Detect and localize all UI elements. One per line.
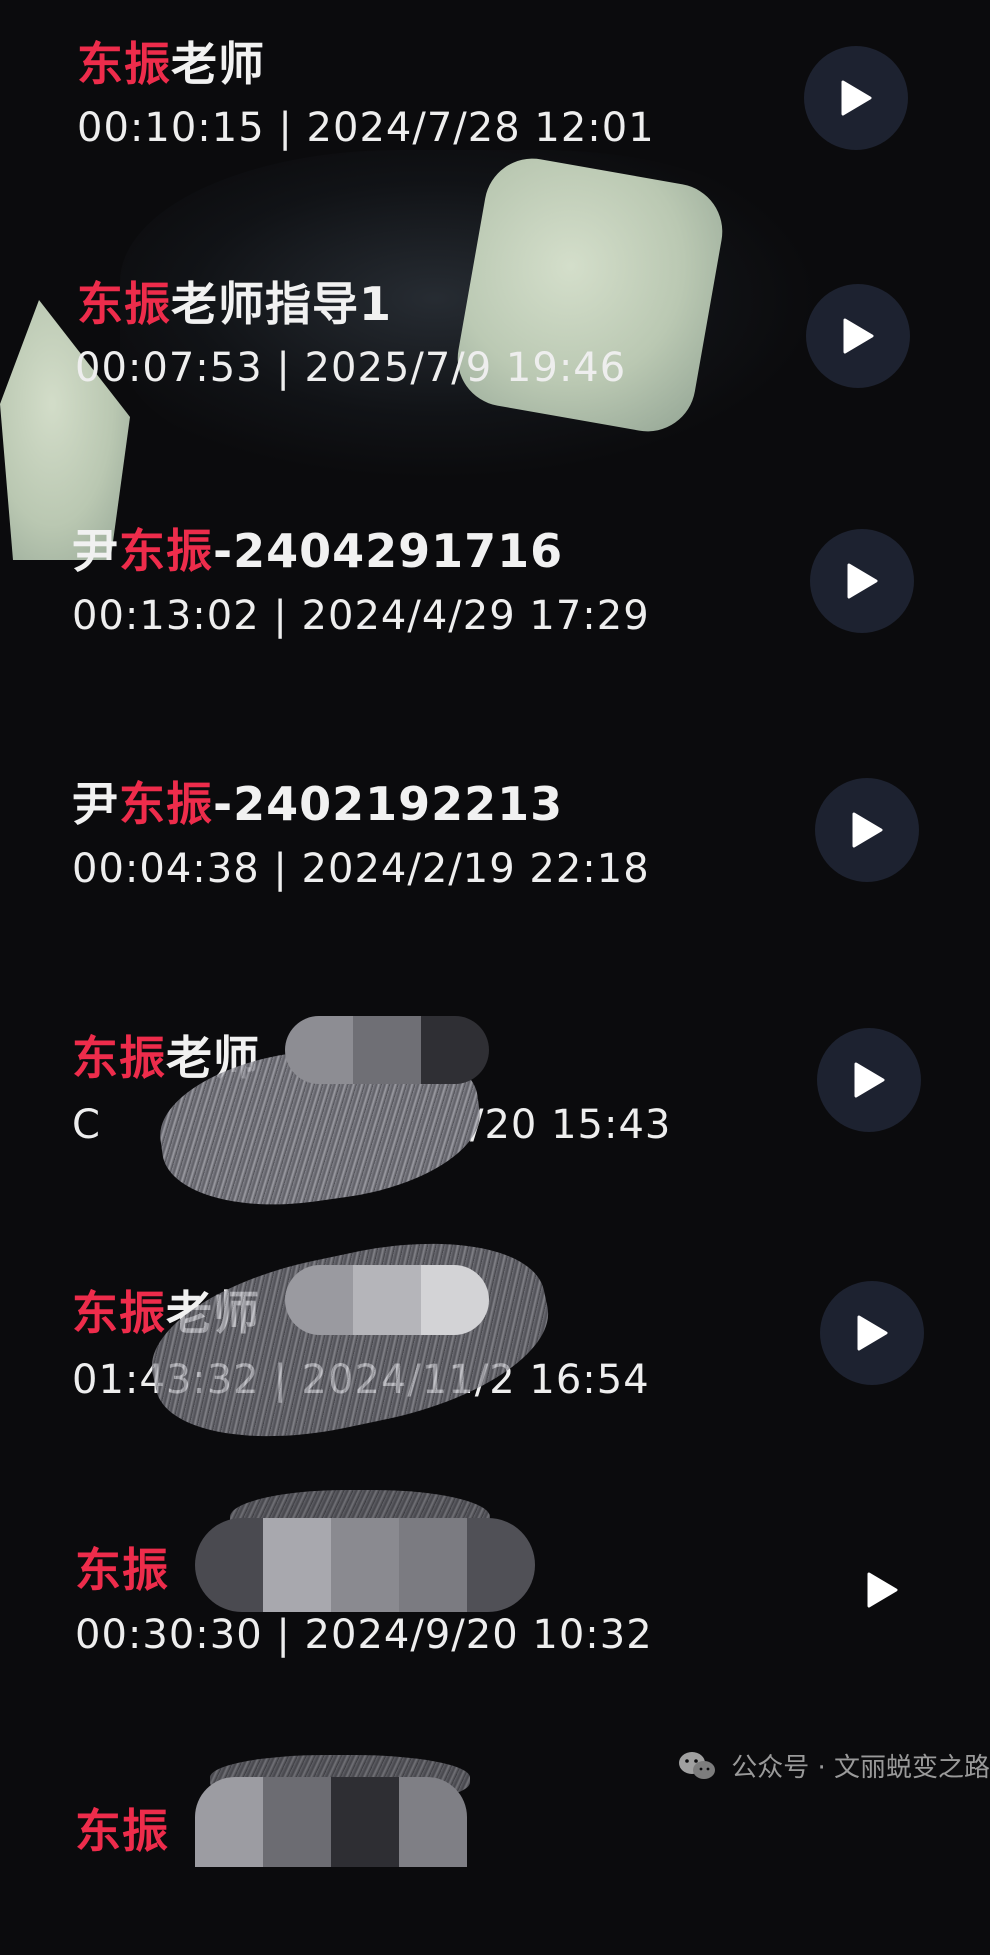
recording-title: 东振老师指导1 [77, 268, 392, 334]
redaction-mosaic [195, 1518, 535, 1612]
recording-meta: 00:10:15 | 2024/7/28 12:01 [77, 105, 655, 151]
recording-item[interactable]: 尹东振-2404291716 00:13:02 | 2024/4/29 17:2… [0, 485, 990, 685]
title-highlight: 东振 [72, 1031, 166, 1085]
title-highlight: 东振 [75, 1543, 169, 1597]
title-suffix: -2404291716 [213, 524, 564, 578]
recording-item[interactable]: 东振老师指导1 00:07:53 | 2025/7/9 19:46 [0, 240, 990, 440]
recording-item[interactable]: 尹东振-2402192213 00:04:38 | 2024/2/19 22:1… [0, 738, 990, 938]
recording-meta: 00:07:53 | 2025/7/9 19:46 [75, 345, 627, 391]
recording-item[interactable]: 东振老师 C /20 15:43 [0, 990, 990, 1222]
recording-item[interactable]: 东振 00:30:30 | 2024/9/20 10:32 [0, 1490, 990, 1700]
recording-meta: 00:04:38 | 2024/2/19 22:18 [72, 846, 650, 892]
play-button[interactable] [830, 1538, 934, 1642]
redaction-mosaic [285, 1016, 489, 1084]
watermark-text: 公众号 · 文丽蜕变之路 [731, 1753, 990, 1783]
watermark: 公众号 · 文丽蜕变之路 [677, 1747, 990, 1784]
recording-meta: /20 15:43 [470, 1102, 672, 1148]
title-highlight: 东振 [75, 1804, 169, 1858]
recording-meta: 00:13:02 | 2024/4/29 17:29 [72, 593, 650, 639]
recording-title: 尹东振-2404291716 [72, 515, 563, 581]
play-button[interactable] [820, 1281, 924, 1385]
play-button[interactable] [815, 778, 919, 882]
play-icon [854, 1062, 885, 1098]
play-button[interactable] [804, 46, 908, 150]
play-icon [841, 80, 872, 116]
recording-item[interactable]: 东振 [0, 1755, 990, 1955]
recording-item[interactable]: 东振老师 00:10:15 | 2024/7/28 12:01 [0, 0, 990, 200]
wechat-icon [679, 1751, 716, 1779]
play-icon [867, 1572, 898, 1608]
recording-meta-start: C [72, 1102, 101, 1148]
title-suffix: 老师指导1 [171, 277, 393, 331]
redaction-mosaic [195, 1777, 467, 1867]
title-highlight: 东振 [119, 524, 213, 578]
title-highlight: 东振 [77, 277, 171, 331]
title-highlight: 东振 [119, 777, 213, 831]
title-suffix: 老师 [171, 37, 265, 91]
play-icon [857, 1315, 888, 1351]
redaction-scribble [136, 1215, 564, 1465]
title-prefix: 尹 [72, 777, 119, 831]
recording-meta: 00:30:30 | 2024/9/20 10:32 [75, 1612, 653, 1658]
recording-title: 东振老师 [77, 28, 265, 94]
recording-title: 东振 [75, 1534, 169, 1600]
title-highlight: 东振 [77, 37, 171, 91]
recording-title: 东振 [75, 1795, 169, 1861]
play-icon [843, 318, 874, 354]
play-icon [847, 563, 878, 599]
play-button[interactable] [817, 1028, 921, 1132]
recording-item[interactable]: 东振老师 01:43:32 | 2024/11/2 16:54 [0, 1215, 990, 1465]
recording-title: 尹东振-2402192213 [72, 768, 563, 834]
play-button[interactable] [810, 529, 914, 633]
play-icon [852, 812, 883, 848]
play-button[interactable] [806, 284, 910, 388]
title-prefix: 尹 [72, 524, 119, 578]
redaction-mosaic [285, 1265, 489, 1335]
title-suffix: -2402192213 [213, 777, 564, 831]
title-highlight: 东振 [72, 1286, 166, 1340]
